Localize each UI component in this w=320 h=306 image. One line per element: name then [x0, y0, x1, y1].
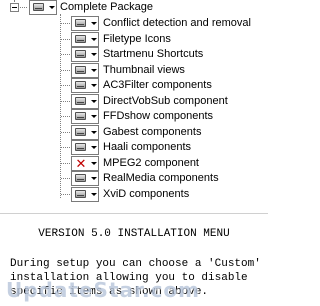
- install-option-dropdown[interactable]: [71, 47, 99, 62]
- tree-connector: [61, 85, 70, 86]
- install-option-dropdown[interactable]: [71, 16, 99, 31]
- tree-item-label: Thumbnail views: [103, 64, 185, 76]
- hard-drive-icon: [75, 190, 86, 198]
- hard-drive-icon: [75, 112, 86, 120]
- dropdown-arrow-icon: [91, 115, 97, 118]
- tree-connector: [61, 147, 70, 148]
- tree-connector: [61, 194, 70, 195]
- tree-item-label: Startmenu Shortcuts: [103, 48, 204, 60]
- install-option-dropdown[interactable]: ✕: [71, 156, 99, 171]
- hard-drive-icon: [75, 143, 86, 151]
- install-option-dropdown[interactable]: [71, 171, 99, 186]
- install-option-dropdown[interactable]: [71, 125, 99, 140]
- tree-item-label: Conflict detection and removal: [103, 17, 251, 29]
- hard-drive-icon: [75, 19, 86, 27]
- component-tree: Complete Package Conflict detection and …: [0, 0, 268, 212]
- red-x-icon: ✕: [75, 156, 87, 171]
- tree-item-label: MPEG2 component: [103, 157, 199, 169]
- tree-item-label: XviD components: [103, 188, 190, 200]
- dropdown-arrow-icon: [91, 131, 97, 134]
- tree-connector: [61, 116, 70, 117]
- tree-connector: [61, 23, 70, 24]
- hard-drive-icon: [75, 50, 86, 58]
- collapse-toggle[interactable]: [10, 3, 19, 12]
- dropdown-arrow-icon: [49, 6, 55, 9]
- dropdown-arrow-icon: [91, 146, 97, 149]
- tree-connector: [61, 70, 70, 71]
- install-option-dropdown[interactable]: [71, 78, 99, 93]
- install-option-dropdown[interactable]: [71, 32, 99, 47]
- hard-drive-icon: [75, 128, 86, 136]
- tree-connector-vertical: [60, 14, 61, 198]
- tree-connector: [61, 178, 70, 179]
- hard-drive-icon: [33, 3, 44, 11]
- hard-drive-icon: [75, 174, 86, 182]
- tree-connector: [61, 39, 70, 40]
- install-option-dropdown[interactable]: [71, 187, 99, 202]
- tree-item-label: Filetype Icons: [103, 33, 171, 45]
- tree-item-label: RealMedia components: [103, 172, 219, 184]
- tree-connector: [20, 7, 27, 8]
- install-option-dropdown[interactable]: [29, 0, 57, 15]
- doc-title: VERSION 5.0 INSTALLATION MENU: [38, 228, 230, 240]
- tree-item-label: Gabest components: [103, 126, 202, 138]
- tree-item-label: DirectVobSub component: [103, 95, 228, 107]
- tree-connector: [61, 132, 70, 133]
- tree-item-label: AC3Filter components: [103, 79, 212, 91]
- tree-connector: [61, 54, 70, 55]
- install-option-dropdown[interactable]: [71, 63, 99, 78]
- tree-item-label: Haali components: [103, 141, 192, 153]
- watermark: UpdateStar.com: [6, 278, 200, 302]
- dropdown-arrow-icon: [91, 162, 97, 165]
- hard-drive-icon: [75, 97, 86, 105]
- dropdown-arrow-icon: [91, 22, 97, 25]
- tree-root-label: Complete Package: [60, 1, 153, 13]
- install-option-dropdown[interactable]: [71, 109, 99, 124]
- hard-drive-icon: [75, 66, 86, 74]
- tree-connector: [61, 163, 70, 164]
- dropdown-arrow-icon: [91, 84, 97, 87]
- hard-drive-icon: [75, 35, 86, 43]
- dropdown-arrow-icon: [91, 38, 97, 41]
- dropdown-arrow-icon: [91, 193, 97, 196]
- install-option-dropdown[interactable]: [71, 140, 99, 155]
- hard-drive-icon: [75, 81, 86, 89]
- install-option-dropdown[interactable]: [71, 94, 99, 109]
- doc-line: During setup you can choose a 'Custom': [10, 258, 261, 270]
- dropdown-arrow-icon: [91, 69, 97, 72]
- tree-connector: [61, 101, 70, 102]
- dropdown-arrow-icon: [91, 100, 97, 103]
- dropdown-arrow-icon: [91, 53, 97, 56]
- tree-item-label: FFDshow components: [103, 110, 214, 122]
- dropdown-arrow-icon: [91, 177, 97, 180]
